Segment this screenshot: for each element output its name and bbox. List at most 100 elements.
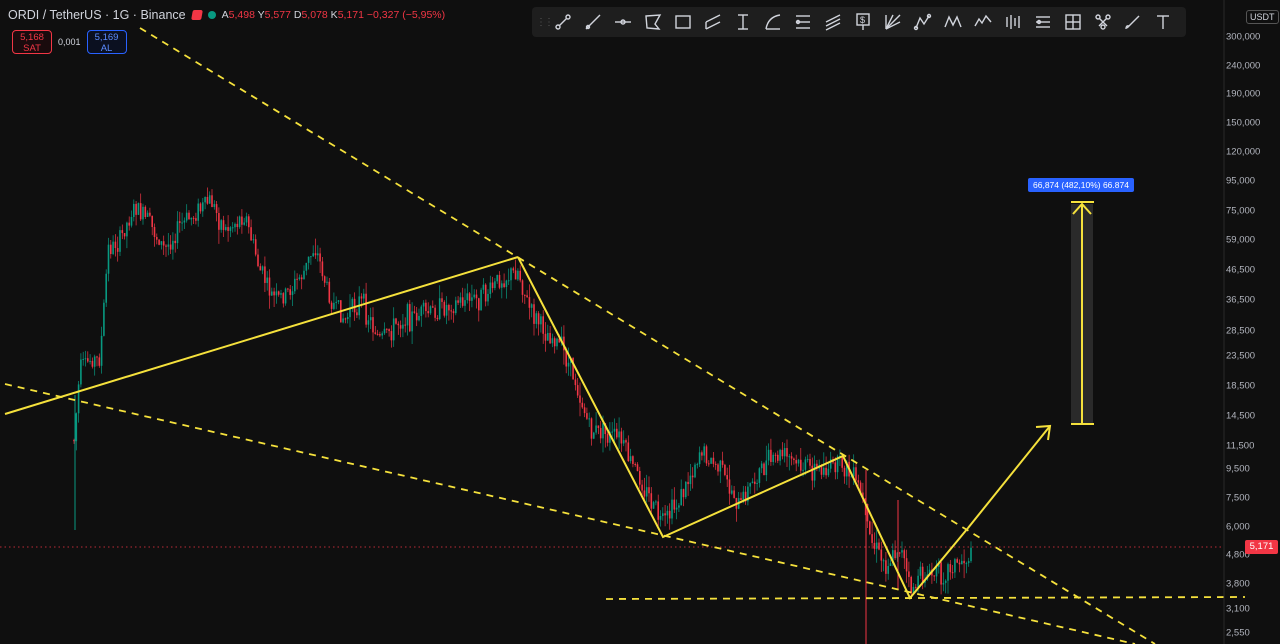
candle-body bbox=[763, 463, 765, 476]
candle-body bbox=[374, 332, 377, 334]
long-position-tool-button[interactable] bbox=[1028, 7, 1058, 37]
symbol-title[interactable]: ORDI / TetherUS · 1G · Binance bbox=[8, 8, 186, 22]
candle-body bbox=[664, 513, 666, 516]
candle-body bbox=[450, 310, 452, 312]
candle-body bbox=[622, 440, 625, 444]
candle-body bbox=[507, 280, 510, 282]
elliott-wave-tool-button[interactable] bbox=[968, 7, 998, 37]
xabcd-pattern-tool-button[interactable] bbox=[938, 7, 968, 37]
rising-trendline bbox=[4, 256, 519, 415]
candle-body bbox=[457, 300, 459, 303]
polygon-tool-button[interactable] bbox=[638, 7, 668, 37]
candle-body bbox=[919, 566, 922, 576]
candle-body bbox=[567, 362, 570, 367]
market-status-dot-icon bbox=[207, 11, 216, 19]
candle-body bbox=[740, 498, 742, 501]
candle-body bbox=[698, 452, 701, 465]
text-tool-icon bbox=[1157, 15, 1169, 29]
candle-body bbox=[954, 559, 956, 573]
candle-body bbox=[149, 212, 151, 216]
candle-body bbox=[365, 293, 367, 325]
candle-body bbox=[970, 547, 972, 562]
candle-body bbox=[323, 276, 326, 283]
candle-body bbox=[360, 296, 363, 299]
price-axis-label: 9,500 bbox=[1226, 463, 1250, 475]
network-tool-button[interactable] bbox=[1088, 7, 1118, 37]
candle-body bbox=[510, 268, 512, 281]
currency-selector[interactable]: USDT bbox=[1246, 10, 1279, 24]
candle-body bbox=[602, 423, 604, 439]
price-axis-label: 190,000 bbox=[1226, 88, 1261, 100]
candle-body bbox=[910, 576, 912, 594]
candle-body bbox=[372, 317, 374, 333]
upper-resistance-line bbox=[139, 27, 1156, 644]
candle-body bbox=[482, 284, 485, 290]
candle-body bbox=[719, 460, 722, 472]
candle-body bbox=[466, 293, 469, 301]
candle-body bbox=[110, 244, 112, 254]
buy-button[interactable]: 5,169 AL bbox=[86, 30, 127, 54]
candle-body bbox=[77, 384, 80, 414]
candle-body bbox=[528, 297, 531, 308]
candle-body bbox=[455, 300, 457, 314]
candle-body bbox=[436, 317, 439, 320]
candle-body bbox=[333, 302, 335, 309]
parallel-channel-tool-button[interactable] bbox=[698, 7, 728, 37]
price-chart[interactable] bbox=[0, 0, 1280, 644]
trend-line-tool-button[interactable] bbox=[548, 7, 578, 37]
candle-body bbox=[809, 459, 811, 466]
pitchfork-tool-button[interactable] bbox=[818, 7, 848, 37]
candle-body bbox=[834, 462, 837, 473]
candle-body bbox=[227, 227, 229, 231]
pattern-tool-button[interactable] bbox=[908, 7, 938, 37]
candle-body bbox=[422, 302, 425, 307]
candle-body bbox=[317, 253, 319, 256]
gann-fan-tool-button[interactable] bbox=[878, 7, 908, 37]
rectangle-tool-button[interactable] bbox=[668, 7, 698, 37]
candle-body bbox=[806, 459, 809, 461]
candle-body bbox=[172, 240, 174, 250]
ray-tool-icon bbox=[585, 14, 601, 30]
crosshair-frame-tool-button[interactable] bbox=[1058, 7, 1088, 37]
candle-body bbox=[689, 475, 692, 485]
candle-body bbox=[576, 385, 579, 396]
ray-tool-button[interactable] bbox=[578, 7, 608, 37]
candle-body bbox=[586, 413, 588, 419]
candle-body bbox=[963, 560, 965, 564]
price-axis-label: 6,000 bbox=[1226, 521, 1250, 533]
candle-body bbox=[105, 273, 107, 303]
candle-body bbox=[717, 464, 719, 472]
fib-retracement-tool-button[interactable] bbox=[788, 7, 818, 37]
candle-body bbox=[933, 575, 935, 577]
price-axis-label: 28,500 bbox=[1226, 325, 1256, 337]
drag-handle-icon[interactable]: ⋮⋮ bbox=[536, 17, 554, 28]
price-axis-label: 59,000 bbox=[1226, 234, 1256, 246]
candle-body bbox=[691, 475, 694, 478]
sell-button[interactable]: 5,168 SAT bbox=[12, 30, 52, 54]
candle-body bbox=[137, 203, 140, 215]
candle-body bbox=[804, 459, 807, 470]
price-label-tool-button[interactable]: $ bbox=[848, 7, 878, 37]
candle-body bbox=[139, 203, 142, 220]
date-range-tool-button[interactable] bbox=[728, 7, 758, 37]
text-tool-button[interactable] bbox=[1148, 7, 1178, 37]
candle-body bbox=[682, 489, 685, 498]
candle-body bbox=[381, 333, 383, 336]
candle-body bbox=[852, 467, 855, 477]
candle-body bbox=[574, 379, 577, 386]
bar-pattern-tool-button[interactable] bbox=[998, 7, 1028, 37]
candle-body bbox=[245, 216, 248, 223]
xabcd-pattern-tool-icon bbox=[944, 15, 962, 28]
dashed-trend-lines[interactable] bbox=[4, 27, 1246, 644]
flag-icon[interactable] bbox=[190, 10, 203, 20]
brush-tool-button[interactable] bbox=[1118, 7, 1148, 37]
measure-label: 66,874 (482,10%) 66.874 bbox=[1028, 178, 1134, 192]
candle-body bbox=[728, 479, 731, 494]
candle-body bbox=[777, 454, 779, 461]
horizontal-line-tool-button[interactable] bbox=[608, 7, 638, 37]
arc-tool-button[interactable] bbox=[758, 7, 788, 37]
candle-body bbox=[811, 465, 814, 481]
target-measure[interactable] bbox=[1071, 201, 1094, 425]
candle-body bbox=[754, 481, 756, 484]
candle-body bbox=[491, 282, 494, 289]
